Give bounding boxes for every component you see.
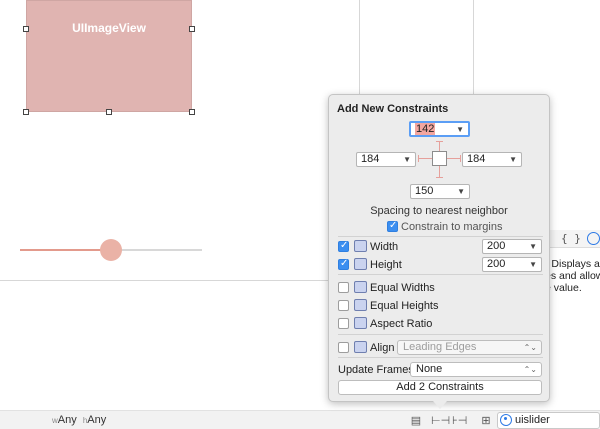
- separator: [338, 334, 543, 335]
- left-spacing-value: 184: [361, 153, 380, 165]
- library-item-description: - Displays a es and allow e value.: [545, 258, 600, 294]
- grid-view-icon[interactable]: ⊞: [479, 415, 493, 427]
- image-view-label: UIImageView: [72, 21, 146, 35]
- height-value: 200: [487, 258, 506, 270]
- bottom-strut[interactable]: [439, 166, 440, 177]
- pin-icon[interactable]: ⊦⊣: [452, 415, 467, 427]
- equal-heights-checkbox[interactable]: [338, 300, 349, 311]
- width-class: Any: [57, 414, 77, 426]
- left-spacing-field[interactable]: 184 ▼: [356, 152, 416, 167]
- code-snippet-tab-icon[interactable]: { }: [561, 232, 581, 245]
- equal-widths-icon: [354, 281, 367, 293]
- width-label: Width: [370, 241, 399, 253]
- chevron-down-icon: ▼: [509, 155, 517, 164]
- popover-arrow: [433, 401, 447, 409]
- view-border-line: [359, 0, 360, 94]
- chevron-down-icon: ▼: [529, 260, 537, 269]
- equal-widths-checkbox[interactable]: [338, 282, 349, 293]
- top-spacing-value: 142: [415, 123, 436, 135]
- resize-handle[interactable]: [23, 26, 29, 32]
- align-icon: [354, 341, 367, 353]
- align-popup[interactable]: Leading Edges ⌃⌄: [397, 340, 542, 355]
- align-checkbox[interactable]: [338, 342, 349, 353]
- width-constraint-icon: [354, 240, 367, 252]
- resize-handle[interactable]: [23, 109, 29, 115]
- separator: [338, 274, 543, 275]
- constrain-to-margins-label: Constrain to margins: [401, 221, 503, 233]
- library-filter-text: uislider: [515, 414, 550, 426]
- top-spacing-field[interactable]: 142 ▼: [409, 121, 470, 137]
- align-value: Leading Edges: [403, 341, 477, 353]
- width-value-field[interactable]: 200 ▼: [482, 239, 542, 254]
- bottom-spacing-value: 150: [415, 185, 434, 197]
- width-value: 200: [487, 240, 506, 252]
- stack-icon[interactable]: ▤: [409, 415, 423, 427]
- height-class: Any: [87, 414, 107, 426]
- constrain-to-margins-checkbox[interactable]: [387, 220, 398, 232]
- align-label: Align: [370, 342, 395, 354]
- equal-widths-label: Equal Widths: [370, 282, 435, 294]
- aspect-ratio-label: Aspect Ratio: [370, 318, 433, 330]
- right-spacing-field[interactable]: 184 ▼: [462, 152, 522, 167]
- chevron-down-icon: ▼: [529, 242, 537, 251]
- updown-chevron-icon: ⌃⌄: [523, 343, 537, 352]
- aspect-ratio-icon: [354, 317, 367, 329]
- update-frames-popup[interactable]: None ⌃⌄: [410, 362, 542, 377]
- slider-thumb[interactable]: [100, 239, 122, 261]
- spacing-caption: Spacing to nearest neighbor: [370, 205, 508, 217]
- bottom-spacing-field[interactable]: 150 ▼: [410, 184, 470, 199]
- separator: [338, 357, 543, 358]
- separator: [338, 236, 543, 237]
- add-constraints-button[interactable]: Add 2 Constraints: [338, 380, 542, 395]
- width-checkbox[interactable]: [338, 240, 349, 252]
- bottom-strut-cap: [436, 177, 443, 178]
- aspect-ratio-checkbox[interactable]: [338, 318, 349, 329]
- image-view[interactable]: [26, 0, 192, 112]
- object-library-tab-icon[interactable]: [587, 232, 600, 245]
- update-frames-label: Update Frames: [338, 364, 414, 376]
- constraint-target-box: [432, 151, 447, 166]
- popover-title: Add New Constraints: [337, 103, 449, 115]
- left-strut[interactable]: [418, 158, 432, 159]
- slider-track-min[interactable]: [20, 249, 111, 251]
- chevron-down-icon: ▼: [457, 187, 465, 196]
- size-class-control[interactable]: wAny hAny: [52, 414, 106, 426]
- height-value-field[interactable]: 200 ▼: [482, 257, 542, 272]
- height-checkbox[interactable]: [338, 258, 349, 270]
- height-constraint-icon: [354, 258, 367, 270]
- top-strut[interactable]: [439, 141, 440, 151]
- resize-handle[interactable]: [189, 109, 195, 115]
- right-spacing-value: 184: [467, 153, 486, 165]
- height-label: Height: [370, 259, 402, 271]
- view-border-line: [0, 280, 328, 281]
- filter-icon: [500, 414, 512, 426]
- resize-handle[interactable]: [189, 26, 195, 32]
- update-frames-value: None: [416, 363, 443, 375]
- chevron-down-icon: ▼: [456, 125, 464, 134]
- chevron-down-icon: ▼: [403, 155, 411, 164]
- updown-chevron-icon: ⌃⌄: [523, 365, 537, 374]
- right-strut[interactable]: [447, 158, 461, 159]
- slider-track-max[interactable]: [111, 249, 202, 251]
- resize-handle[interactable]: [106, 109, 112, 115]
- align-icon[interactable]: ⊢⊣: [431, 415, 450, 427]
- equal-heights-icon: [354, 299, 367, 311]
- equal-heights-label: Equal Heights: [370, 300, 439, 312]
